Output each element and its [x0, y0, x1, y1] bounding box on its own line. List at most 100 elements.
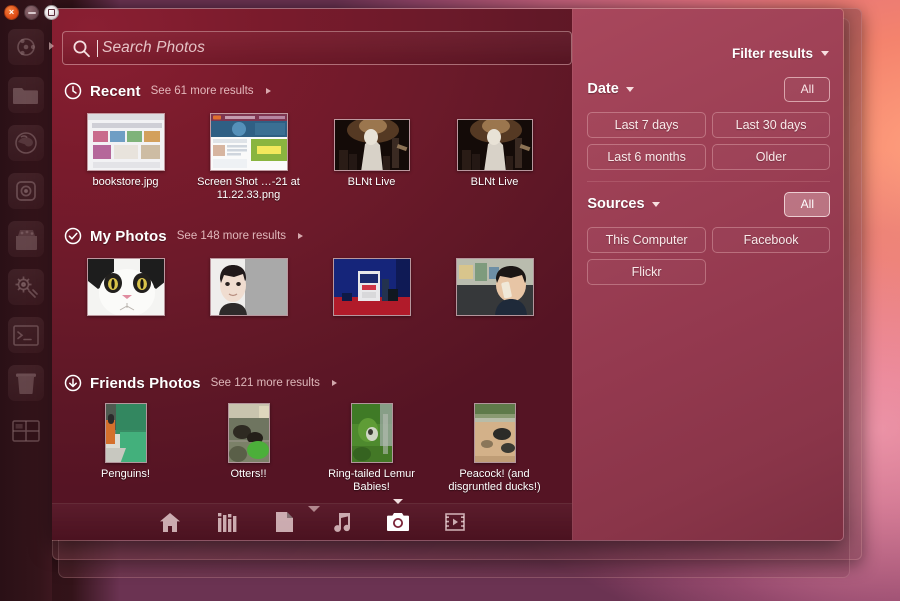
section-title: Recent — [90, 83, 141, 100]
filter-option-last-6-months[interactable]: Last 6 months — [587, 144, 706, 170]
rhythmbox-icon — [8, 173, 44, 209]
chevron-down-icon — [821, 51, 829, 56]
thumbnail-wrap — [105, 403, 147, 463]
close-button[interactable]: × — [4, 5, 19, 20]
filter-option-label: Last 7 days — [615, 118, 679, 132]
chevron-right-icon — [332, 380, 337, 386]
chevron-down-icon — [652, 202, 660, 207]
thumbnail-wrap — [457, 111, 533, 171]
result-item[interactable] — [433, 256, 556, 321]
section-more-link[interactable]: See 148 more results — [177, 230, 286, 242]
result-item[interactable] — [187, 256, 310, 321]
thumbnail — [105, 403, 147, 463]
launcher-item-terminal[interactable] — [4, 312, 48, 358]
clock-icon — [64, 82, 82, 100]
launcher-item-workspace-switcher[interactable] — [4, 408, 48, 454]
lens-bar — [52, 503, 573, 540]
filter-option-facebook[interactable]: Facebook — [712, 227, 831, 253]
thumbnail-wrap — [210, 256, 288, 316]
result-tiles: bookstore.jpg — [64, 111, 564, 202]
filter-group-title-row[interactable]: Date — [587, 81, 633, 97]
section-more-link[interactable]: See 61 more results — [151, 85, 254, 97]
chevron-right-icon — [266, 88, 271, 94]
launcher-item-rhythmbox[interactable] — [4, 168, 48, 214]
filter-all-button-sources[interactable]: All — [784, 192, 830, 217]
thumbnail-wrap — [228, 403, 270, 463]
filter-all-label: All — [801, 197, 814, 211]
filter-results-label: Filter results — [732, 46, 813, 61]
launcher-item-files[interactable] — [4, 72, 48, 118]
video-lens[interactable] — [440, 509, 470, 535]
folder-icon — [8, 77, 44, 113]
result-item[interactable] — [64, 256, 187, 321]
section-header[interactable]: Friends Photos See 121 more results — [64, 371, 564, 395]
files-lens[interactable] — [269, 509, 299, 535]
result-item[interactable]: Ring-tailed Lemur Babies! — [310, 403, 433, 494]
launcher-item-trash[interactable] — [4, 360, 48, 406]
dash-filter-panel: Filter results Date All Last 7 days — [572, 9, 843, 540]
thumbnail — [333, 258, 411, 316]
filter-all-label: All — [801, 82, 814, 96]
section-more-link[interactable]: See 121 more results — [211, 377, 320, 389]
filter-option-this-computer[interactable]: This Computer — [587, 227, 706, 253]
filter-option-last-7-days[interactable]: Last 7 days — [587, 112, 706, 138]
software-center-icon — [8, 221, 44, 257]
filter-results-toggle[interactable]: Filter results — [732, 46, 829, 61]
search-row: Search Photos — [62, 31, 572, 65]
thumbnail-wrap — [474, 403, 516, 463]
filter-group-title-row[interactable]: Sources — [587, 196, 659, 212]
result-item[interactable]: Peacock! (and disgruntled ducks!) — [433, 403, 556, 494]
search-input[interactable]: Search Photos — [62, 31, 572, 65]
window-controls: × — [4, 5, 59, 20]
result-caption: BLNt Live — [312, 176, 432, 189]
filter-option-last-30-days[interactable]: Last 30 days — [712, 112, 831, 138]
result-item[interactable]: Screen Shot …-21 at 11.22.33.png — [187, 111, 310, 202]
launcher-item-software-center[interactable] — [4, 216, 48, 262]
filter-group-date: Date All Last 7 days Last 30 days — [587, 75, 830, 170]
section-header[interactable]: Recent See 61 more results — [64, 79, 564, 103]
thumbnail — [87, 258, 165, 316]
filter-option-older[interactable]: Older — [712, 144, 831, 170]
filter-option-label: Last 30 days — [736, 118, 807, 132]
unity-launcher[interactable] — [0, 0, 52, 601]
launcher-item-system-settings[interactable] — [4, 264, 48, 310]
search-placeholder: Search Photos — [102, 39, 205, 57]
photos-lens[interactable] — [383, 509, 413, 535]
result-item[interactable]: bookstore.jpg — [64, 111, 187, 202]
result-item[interactable]: Penguins! — [64, 403, 187, 494]
result-tiles: Penguins! — [64, 403, 564, 494]
maximize-button[interactable] — [44, 5, 59, 20]
result-item[interactable]: Otters!! — [187, 403, 310, 494]
launcher-item-firefox[interactable] — [4, 120, 48, 166]
thumbnail — [228, 403, 270, 463]
section-title: Friends Photos — [90, 375, 201, 392]
chevron-down-icon — [626, 87, 634, 92]
applications-lens[interactable] — [212, 509, 242, 535]
filter-group-sources: Sources All This Computer Facebook — [587, 190, 830, 285]
filter-all-button-date[interactable]: All — [784, 77, 830, 102]
thumbnail-wrap — [351, 403, 393, 463]
thumbnail — [210, 113, 288, 171]
section-header[interactable]: My Photos See 148 more results — [64, 224, 564, 248]
result-item[interactable] — [310, 256, 433, 321]
text-caret — [97, 40, 98, 57]
trash-icon — [8, 365, 44, 401]
result-item[interactable]: BLNt Live — [310, 111, 433, 202]
minimize-button[interactable] — [24, 5, 39, 20]
unity-dash: Search Photos Recent See 61 more results — [52, 8, 844, 541]
result-caption: Screen Shot …-21 at 11.22.33.png — [189, 176, 309, 202]
music-lens[interactable] — [326, 509, 356, 535]
filter-divider — [587, 181, 830, 182]
result-item[interactable]: BLNt Live — [433, 111, 556, 202]
filter-option-flickr[interactable]: Flickr — [587, 259, 706, 285]
section-friends-photos: Friends Photos See 121 more results — [64, 371, 564, 494]
home-lens[interactable] — [155, 509, 185, 535]
filter-option-label: Flickr — [632, 265, 662, 279]
filter-option-label: Older — [756, 150, 787, 164]
section-my-photos: My Photos See 148 more results — [64, 224, 564, 321]
dash-results-panel: Search Photos Recent See 61 more results — [52, 9, 572, 540]
launcher-item-ubuntu-logo[interactable] — [4, 24, 48, 70]
filter-option-label: This Computer — [606, 233, 688, 247]
ubuntu-logo-icon — [8, 29, 44, 65]
result-caption: Ring-tailed Lemur Babies! — [312, 468, 432, 494]
